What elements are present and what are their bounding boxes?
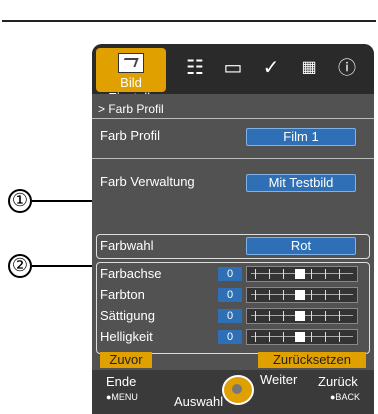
row-farb-profil[interactable]: Farb Profil Film 1 (92, 126, 374, 146)
slider-knob[interactable] (295, 332, 305, 342)
row-label: Farbwahl (100, 238, 154, 253)
tab-bild-einstell[interactable]: Bild Einstell. (96, 48, 166, 105)
slider-knob[interactable] (295, 290, 305, 300)
slider-value: 0 (218, 267, 242, 281)
row-label: Farb Verwaltung (100, 174, 195, 189)
row-label: Farb Profil (100, 128, 160, 143)
input-icon[interactable]: ☷ (182, 54, 208, 82)
picture-icon (118, 53, 144, 73)
divider (92, 158, 374, 159)
slider-row[interactable]: Sättigung 0 (92, 306, 374, 326)
farbwahl-value[interactable]: Rot (246, 237, 356, 255)
slider-label: Farbton (100, 287, 145, 302)
slider-label: Helligkeit (100, 329, 153, 344)
slider-label: Farbachse (100, 266, 162, 281)
display-icon[interactable]: ▭ (220, 54, 246, 82)
grid-icon[interactable]: ▦ (296, 54, 322, 82)
slider[interactable] (246, 329, 358, 345)
ende-label: Ende (106, 374, 137, 389)
zurueck-label: Zurück (318, 374, 358, 389)
row-farbwahl[interactable]: Farbwahl Rot (92, 236, 374, 256)
slider-knob[interactable] (295, 311, 305, 321)
callout-1: ① (8, 189, 32, 213)
slider-value: 0 (218, 330, 242, 344)
slider-value: 0 (218, 288, 242, 302)
osd-menu-panel: Bild Einstell. ☷ ▭ ✓ ▦ ⓘ > Farb Profil F… (92, 44, 374, 414)
row-farb-verwaltung[interactable]: Farb Verwaltung Mit Testbild (92, 172, 374, 192)
farb-profil-value[interactable]: Film 1 (246, 128, 356, 146)
divider (92, 118, 374, 119)
top-border (2, 0, 376, 22)
weiter-label: Weiter (260, 372, 298, 387)
farb-verwaltung-value[interactable]: Mit Testbild (246, 174, 356, 192)
back-hint: ●BACK (330, 392, 360, 402)
tab-bar: Bild Einstell. ☷ ▭ ✓ ▦ ⓘ (92, 44, 374, 105)
zuvor-button[interactable]: Zuvor (100, 352, 152, 368)
auswahl-label: Auswahl (174, 394, 224, 409)
callout-2-leader (32, 265, 96, 267)
info-icon[interactable]: ⓘ (334, 54, 360, 82)
wrench-icon[interactable]: ✓ (258, 54, 284, 82)
dpad-icon (222, 375, 254, 405)
slider-knob[interactable] (295, 269, 305, 279)
slider-value: 0 (218, 309, 242, 323)
slider-label: Sättigung (100, 308, 155, 323)
callout-2: ② (8, 254, 32, 278)
footer-bar: Ende ●MENU Auswahl Weiter Zurück ●BACK (92, 370, 374, 414)
slider[interactable] (246, 266, 358, 282)
slider[interactable] (246, 287, 358, 303)
menu-hint: ●MENU (106, 392, 138, 402)
breadcrumb: > Farb Profil (98, 102, 164, 116)
zuruecksetzen-button[interactable]: Zurücksetzen (258, 352, 366, 368)
callout-1-leader (32, 200, 96, 202)
slider-row[interactable]: Helligkeit 0 (92, 327, 374, 347)
slider[interactable] (246, 308, 358, 324)
slider-row[interactable]: Farbton 0 (92, 285, 374, 305)
slider-row[interactable]: Farbachse 0 (92, 264, 374, 284)
